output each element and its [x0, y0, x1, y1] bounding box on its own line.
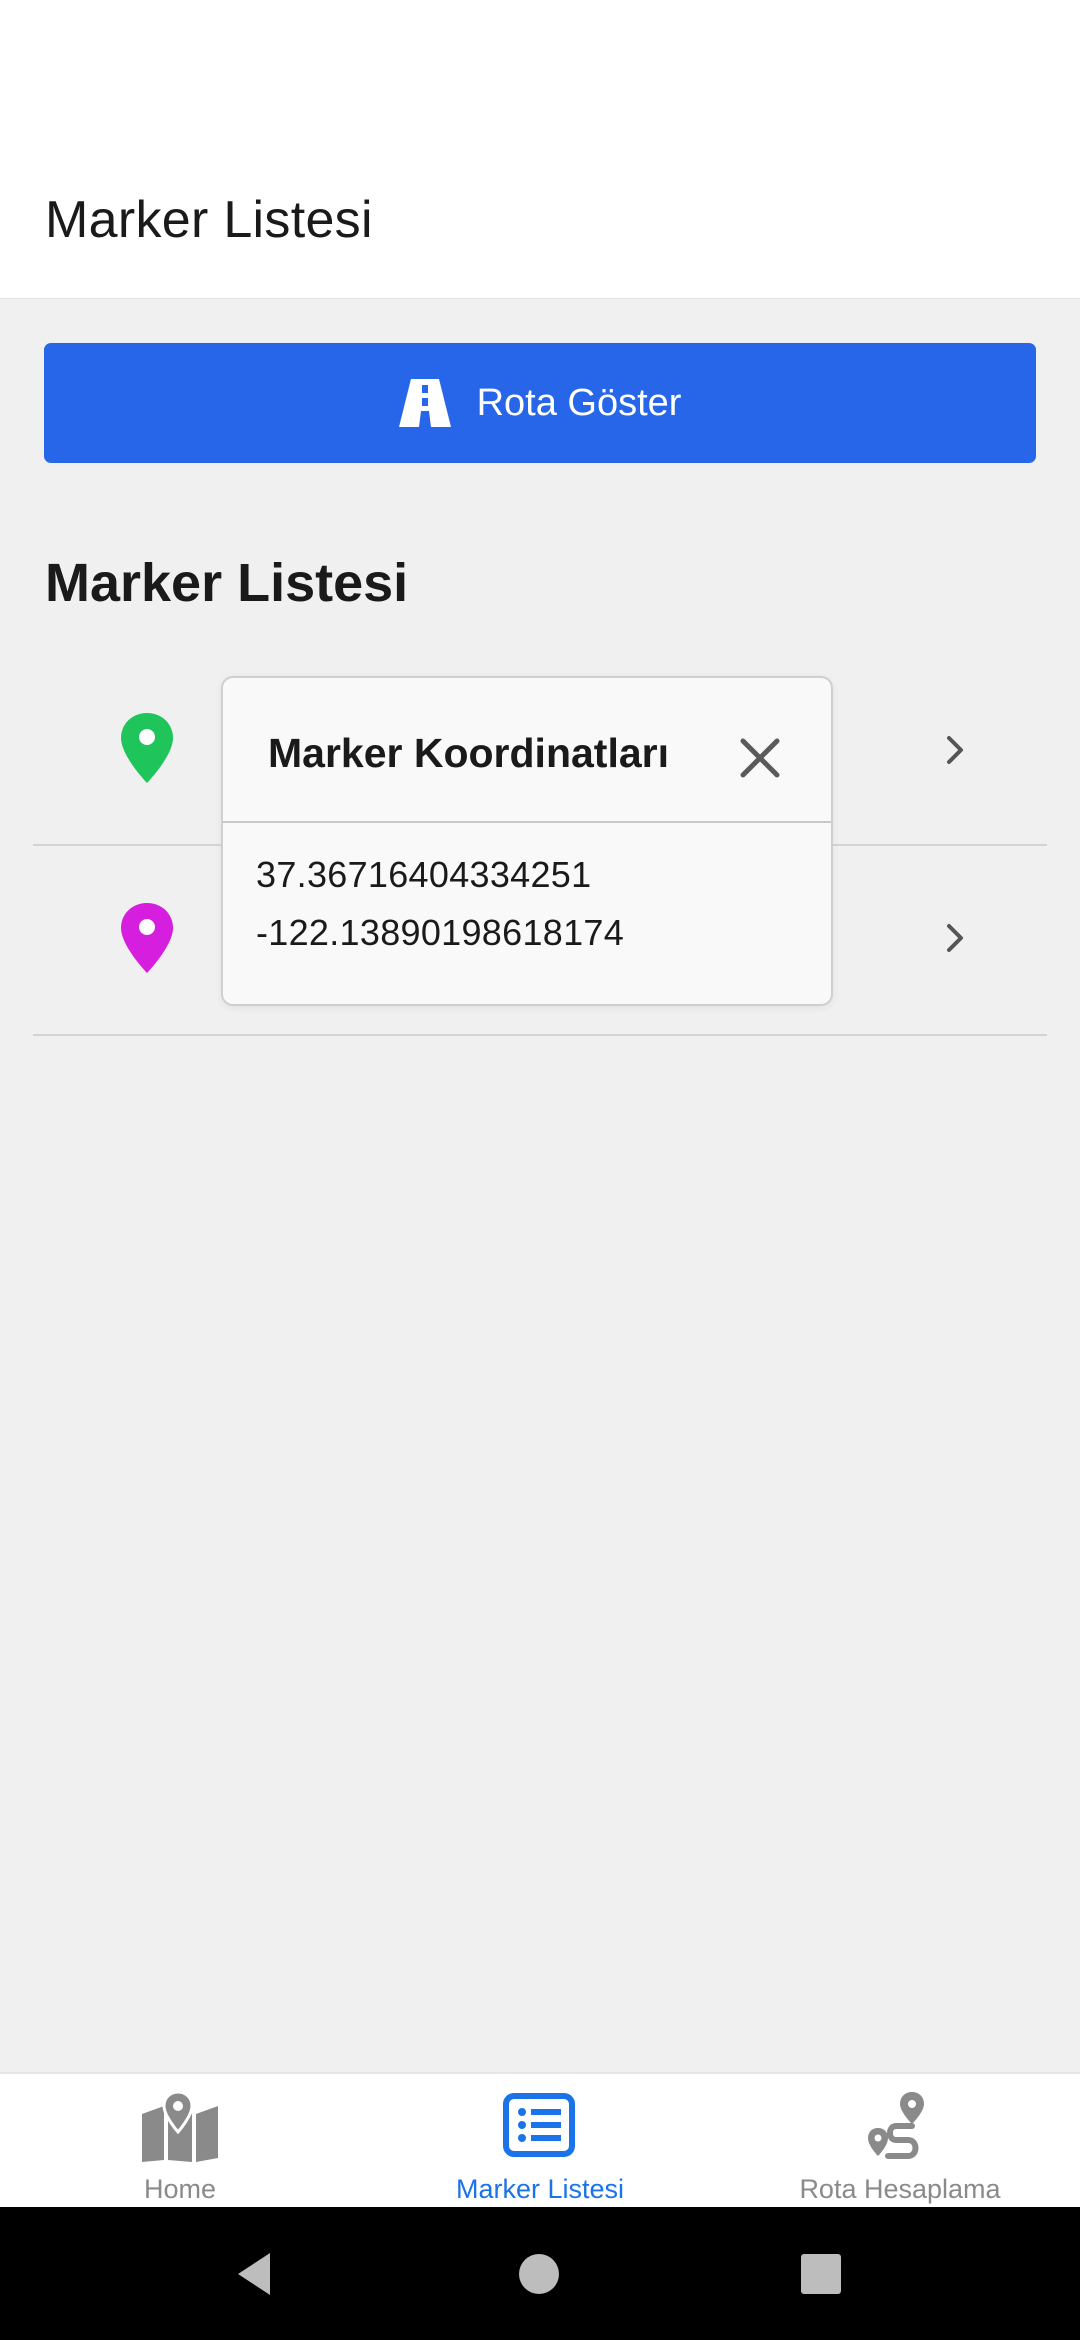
- app-header: Marker Listesi: [0, 120, 1080, 299]
- tab-route-calculation[interactable]: Rota Hesaplama: [720, 2074, 1080, 2209]
- map-pin-icon: [121, 713, 173, 783]
- show-route-button[interactable]: Rota Göster: [44, 343, 1036, 463]
- map-icon: [142, 2092, 218, 2162]
- road-icon: [398, 379, 451, 427]
- longitude-value: -122.13890198618174: [256, 912, 625, 953]
- tab-home[interactable]: Home: [0, 2074, 360, 2209]
- page-title: Marker Listesi: [45, 191, 373, 249]
- status-bar: [0, 0, 1080, 120]
- recent-apps-icon[interactable]: [800, 2254, 842, 2294]
- chevron-right-icon: [947, 736, 963, 764]
- home-icon[interactable]: [518, 2253, 560, 2295]
- route-icon: [868, 2092, 924, 2159]
- tab-label: Marker Listesi: [455, 2174, 625, 2204]
- tab-marker-list[interactable]: Marker Listesi: [360, 2074, 720, 2209]
- bottom-tab-bar: Home Marker Listesi Rota Hesaplama: [0, 2072, 1080, 2207]
- map-pin-icon: [121, 903, 173, 973]
- close-icon[interactable]: [735, 733, 785, 783]
- list-icon: [503, 2093, 575, 2157]
- show-route-label: Rota Göster: [476, 381, 682, 424]
- system-navigation-bar: [0, 2207, 1080, 2340]
- section-title: Marker Listesi: [45, 553, 409, 613]
- popup-header: Marker Koordinatları: [223, 678, 831, 823]
- tab-label: Home: [143, 2174, 217, 2204]
- latitude-value: 37.36716404334251: [256, 854, 592, 895]
- tab-label: Rota Hesaplama: [799, 2174, 1001, 2204]
- chevron-right-icon: [947, 924, 963, 952]
- marker-coordinates-popup: Marker Koordinatları 37.36716404334251 -…: [221, 676, 833, 1006]
- back-icon[interactable]: [234, 2251, 274, 2297]
- popup-title: Marker Koordinatları: [268, 730, 669, 776]
